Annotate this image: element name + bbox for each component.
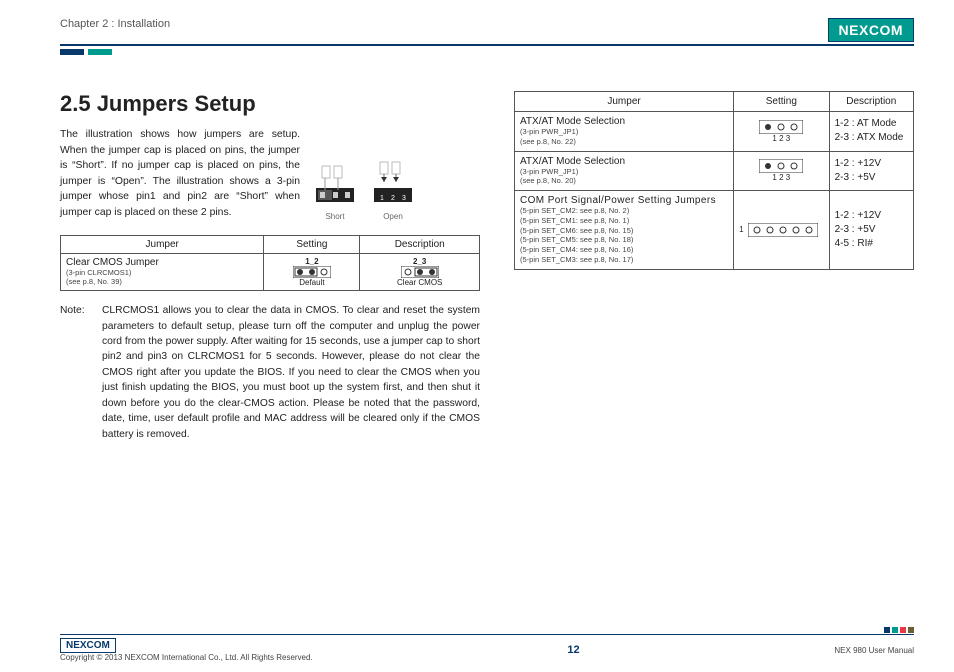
pins-3-icon (759, 159, 803, 173)
col-jumper: Jumper (61, 235, 264, 253)
jumpers-table: Jumper Setting Description ATX/AT Mode S… (514, 91, 914, 270)
rcol-desc: Description (829, 92, 913, 112)
open-label: Open (383, 212, 403, 221)
jumper-short-icon (314, 160, 356, 210)
pins-1-2-short-icon (293, 266, 331, 278)
pins-5-icon (748, 223, 818, 237)
short-label: Short (325, 212, 344, 221)
copyright: Copyright © 2013 NEXCOM International Co… (60, 653, 313, 662)
header-accent-bar (60, 49, 914, 55)
footer-logo: NEXCOM (60, 638, 116, 653)
rcol-jumper: Jumper (515, 92, 734, 112)
left-column: 2.5 Jumpers Setup The illustration shows… (60, 91, 480, 442)
jumper-name-cell: Clear CMOS Jumper (3-pin CLRCMOS1) (see … (61, 253, 264, 291)
col-desc: Description (360, 235, 480, 253)
nexcom-logo: NEXCOM (828, 18, 914, 42)
page-header: Chapter 2 : Installation NEXCOM (60, 18, 914, 46)
section-title: 2.5 Jumpers Setup (60, 91, 480, 117)
manual-ref: NEX 980 User Manual (834, 646, 914, 655)
jumper-illustration: Short 1 2 3 Open (314, 127, 414, 221)
pins-3-icon (759, 120, 803, 134)
table-row: COM Port Signal/Power Setting Jumpers (5… (515, 191, 914, 270)
right-column: Jumper Setting Description ATX/AT Mode S… (514, 91, 914, 442)
note-body: CLRCMOS1 allows you to clear the data in… (102, 303, 480, 442)
col-setting: Setting (264, 235, 360, 253)
svg-text:3: 3 (402, 195, 406, 202)
jumper-desc-cell: 2_3 Clear CMOS (360, 253, 480, 291)
intro-paragraph: The illustration shows how jumpers are s… (60, 127, 300, 221)
clear-cmos-table: Jumper Setting Description Clear CMOS Ju… (60, 235, 480, 292)
pins-2-3-short-icon (401, 266, 439, 278)
svg-text:1: 1 (380, 195, 384, 202)
note-label: Note: (60, 303, 102, 442)
page-number: 12 (567, 644, 579, 656)
jumper-open-icon: 1 2 3 (372, 160, 414, 210)
page-footer: NEXCOM Copyright © 2013 NEXCOM Internati… (60, 634, 914, 662)
note-block: Note: CLRCMOS1 allows you to clear the d… (60, 303, 480, 442)
table-row: ATX/AT Mode Selection (3-pin PWR_JP1) (s… (515, 112, 914, 152)
chapter-label: Chapter 2 : Installation (60, 18, 170, 30)
svg-text:2: 2 (391, 195, 395, 202)
jumper-setting-cell: 1_2 Default (264, 253, 360, 291)
table-row: ATX/AT Mode Selection (3-pin PWR_JP1) (s… (515, 151, 914, 191)
page-content: 2.5 Jumpers Setup The illustration shows… (60, 91, 914, 442)
rcol-setting: Setting (734, 92, 830, 112)
